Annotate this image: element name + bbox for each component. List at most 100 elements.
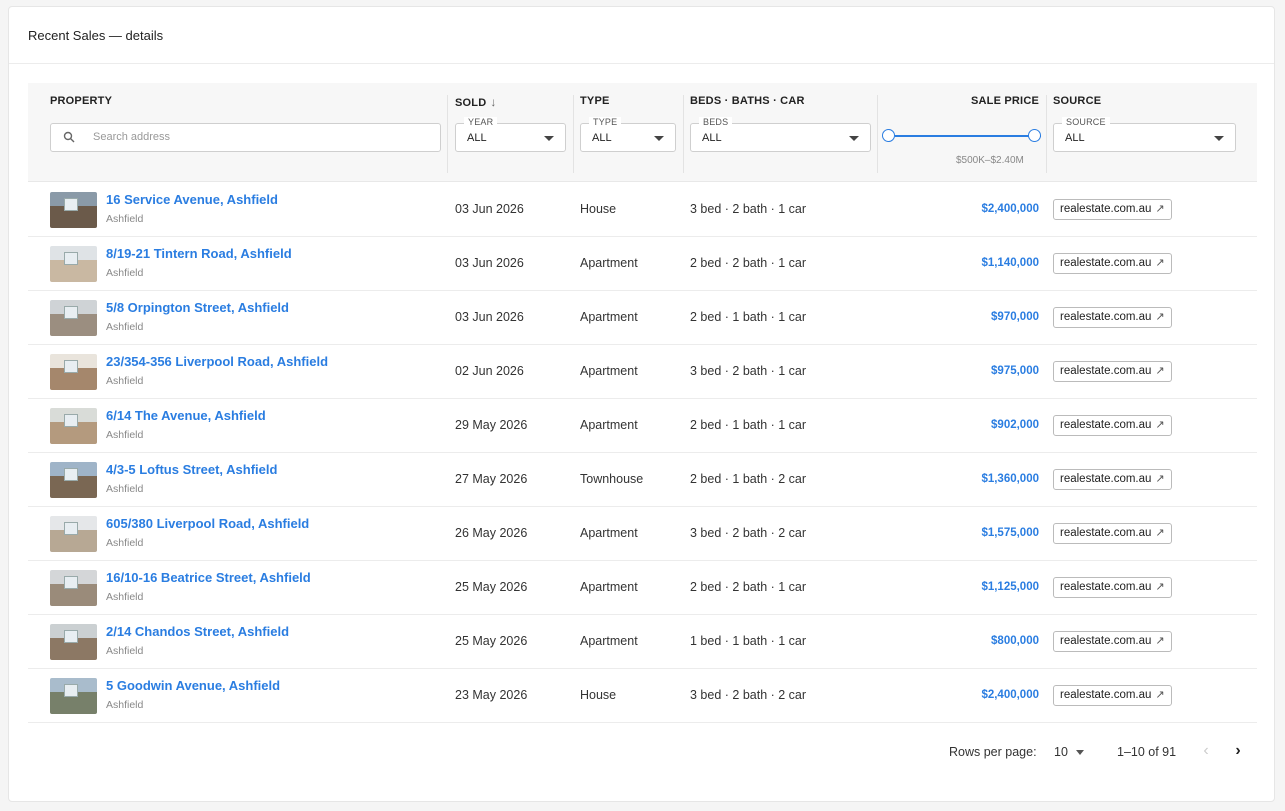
property-type: Apartment xyxy=(580,634,638,648)
rows-per-page-select[interactable]: 10 xyxy=(1054,745,1084,759)
rooms-summary: 3 bed · 2 bath · 1 car xyxy=(690,364,807,378)
rows-per-page-value: 10 xyxy=(1054,745,1068,759)
table-row[interactable]: 8/19-21 Tintern Road, Ashfield Ashfield 03… xyxy=(28,237,1257,291)
property-photo[interactable] xyxy=(50,570,97,606)
property-type: House xyxy=(580,688,617,702)
source-link-button[interactable]: realestate.com.au ↗ xyxy=(1053,307,1172,328)
property-type: Apartment xyxy=(580,418,638,432)
rooms-summary: 2 bed · 1 bath · 1 car xyxy=(690,418,807,432)
table-row[interactable]: 16 Service Avenue, Ashfield Ashfield 03 Ju… xyxy=(28,183,1257,237)
property-photo[interactable] xyxy=(50,516,97,552)
sold-date: 03 Jun 2026 xyxy=(455,310,524,324)
recent-sales-card: Recent Sales — details PROPERTY SOLD ↓ TY… xyxy=(8,6,1275,802)
source-link-button[interactable]: realestate.com.au ↗ xyxy=(1053,685,1172,706)
sold-header-label: SOLD xyxy=(455,97,487,109)
property-address-link[interactable]: 5/8 Orpington Street, Ashfield xyxy=(106,300,289,315)
sold-date: 23 May 2026 xyxy=(455,688,528,702)
source-link-button[interactable]: realestate.com.au ↗ xyxy=(1053,577,1172,598)
source-link-button[interactable]: realestate.com.au ↗ xyxy=(1053,469,1172,490)
property-suburb: Ashfield xyxy=(106,699,144,711)
table-row[interactable]: 605/380 Liverpool Road, Ashfield Ashfield… xyxy=(28,507,1257,561)
external-link-icon: ↗ xyxy=(1155,635,1165,647)
source-name: realestate.com.au xyxy=(1060,365,1152,377)
source-link-button[interactable]: realestate.com.au ↗ xyxy=(1053,253,1172,274)
property-address-link[interactable]: 2/14 Chandos Street, Ashfield xyxy=(106,624,289,639)
beds-select[interactable]: BEDS ALL xyxy=(690,117,871,152)
pagination-range: 1–10 of 91 xyxy=(1117,745,1177,759)
price-slider-max-handle[interactable] xyxy=(1028,129,1041,142)
chevron-down-icon xyxy=(544,136,554,141)
table-row[interactable]: 5 Goodwin Avenue, Ashfield Ashfield 23 May… xyxy=(28,669,1257,723)
sale-price: $2,400,000 xyxy=(981,689,1039,701)
property-photo[interactable] xyxy=(50,300,97,336)
table-row[interactable]: 23/354-356 Liverpool Road, Ashfield Ashfi… xyxy=(28,345,1257,399)
external-link-icon: ↗ xyxy=(1155,365,1165,377)
property-address-link[interactable]: 605/380 Liverpool Road, Ashfield xyxy=(106,516,309,531)
property-photo[interactable] xyxy=(50,678,97,714)
source-link-button[interactable]: realestate.com.au ↗ xyxy=(1053,631,1172,652)
chevron-right-icon[interactable]: › xyxy=(1230,743,1246,760)
column-header-beds[interactable]: BEDS · BATHS · CAR xyxy=(690,95,805,107)
property-photo[interactable] xyxy=(50,354,97,390)
table-row[interactable]: 5/8 Orpington Street, Ashfield Ashfield 03… xyxy=(28,291,1257,345)
card-title: Recent Sales — details xyxy=(28,28,164,43)
column-separator xyxy=(1046,95,1047,173)
source-name: realestate.com.au xyxy=(1060,419,1152,431)
table-row[interactable]: 2/14 Chandos Street, Ashfield Ashfield 25 … xyxy=(28,615,1257,669)
year-select[interactable]: YEAR ALL xyxy=(455,117,566,152)
external-link-icon: ↗ xyxy=(1155,419,1165,431)
property-address-link[interactable]: 23/354-356 Liverpool Road, Ashfield xyxy=(106,354,328,369)
table-row[interactable]: 4/3-5 Loftus Street, Ashfield Ashfield 27 … xyxy=(28,453,1257,507)
property-type: Apartment xyxy=(580,526,638,540)
source-select[interactable]: SOURCE ALL xyxy=(1053,117,1236,152)
divider xyxy=(9,63,1274,64)
rooms-summary: 2 bed · 1 bath · 1 car xyxy=(690,310,807,324)
sold-date: 26 May 2026 xyxy=(455,526,528,540)
column-header-property[interactable]: PROPERTY xyxy=(50,95,112,107)
property-photo[interactable] xyxy=(50,462,97,498)
chevron-left-icon[interactable]: ‹ xyxy=(1198,743,1214,760)
property-photo[interactable] xyxy=(50,246,97,282)
source-link-button[interactable]: realestate.com.au ↗ xyxy=(1053,523,1172,544)
search-field[interactable] xyxy=(50,123,441,152)
property-suburb: Ashfield xyxy=(106,645,144,657)
price-slider-track[interactable] xyxy=(895,135,1041,137)
price-slider-min-handle[interactable] xyxy=(882,129,895,142)
table-row[interactable]: 6/14 The Avenue, Ashfield Ashfield 29 May … xyxy=(28,399,1257,453)
type-select-value: ALL xyxy=(592,132,612,144)
property-suburb: Ashfield xyxy=(106,483,144,495)
chevron-down-icon xyxy=(849,136,859,141)
property-type: Apartment xyxy=(580,256,638,270)
arrow-down-icon[interactable]: ↓ xyxy=(490,95,496,109)
column-header-source[interactable]: SOURCE xyxy=(1053,95,1101,107)
search-input[interactable] xyxy=(91,130,421,144)
property-address-link[interactable]: 16/10-16 Beatrice Street, Ashfield xyxy=(106,570,311,585)
rooms-summary: 3 bed · 2 bath · 2 car xyxy=(690,526,807,540)
type-select[interactable]: TYPE ALL xyxy=(580,117,676,152)
table-row[interactable]: 16/10-16 Beatrice Street, Ashfield Ashfie… xyxy=(28,561,1257,615)
property-photo[interactable] xyxy=(50,192,97,228)
source-link-button[interactable]: realestate.com.au ↗ xyxy=(1053,361,1172,382)
source-link-button[interactable]: realestate.com.au ↗ xyxy=(1053,199,1172,220)
column-header-sale-price[interactable]: SALE PRICE xyxy=(971,95,1039,107)
property-address-link[interactable]: 16 Service Avenue, Ashfield xyxy=(106,192,278,207)
property-address-link[interactable]: 4/3-5 Loftus Street, Ashfield xyxy=(106,462,277,477)
property-suburb: Ashfield xyxy=(106,591,144,603)
sale-price: $902,000 xyxy=(991,419,1039,431)
property-photo[interactable] xyxy=(50,408,97,444)
property-address-link[interactable]: 5 Goodwin Avenue, Ashfield xyxy=(106,678,280,693)
external-link-icon: ↗ xyxy=(1155,311,1165,323)
sale-price: $1,575,000 xyxy=(981,527,1039,539)
property-type: Apartment xyxy=(580,364,638,378)
rooms-summary: 2 bed · 2 bath · 1 car xyxy=(690,256,807,270)
property-photo[interactable] xyxy=(50,624,97,660)
source-link-button[interactable]: realestate.com.au ↗ xyxy=(1053,415,1172,436)
column-separator xyxy=(877,95,878,173)
property-address-link[interactable]: 8/19-21 Tintern Road, Ashfield xyxy=(106,246,292,261)
column-header-sold[interactable]: SOLD ↓ xyxy=(455,95,497,109)
sold-date: 27 May 2026 xyxy=(455,472,528,486)
property-address-link[interactable]: 6/14 The Avenue, Ashfield xyxy=(106,408,266,423)
column-separator xyxy=(683,95,684,173)
property-type: Apartment xyxy=(580,310,638,324)
column-header-type[interactable]: TYPE xyxy=(580,95,610,107)
